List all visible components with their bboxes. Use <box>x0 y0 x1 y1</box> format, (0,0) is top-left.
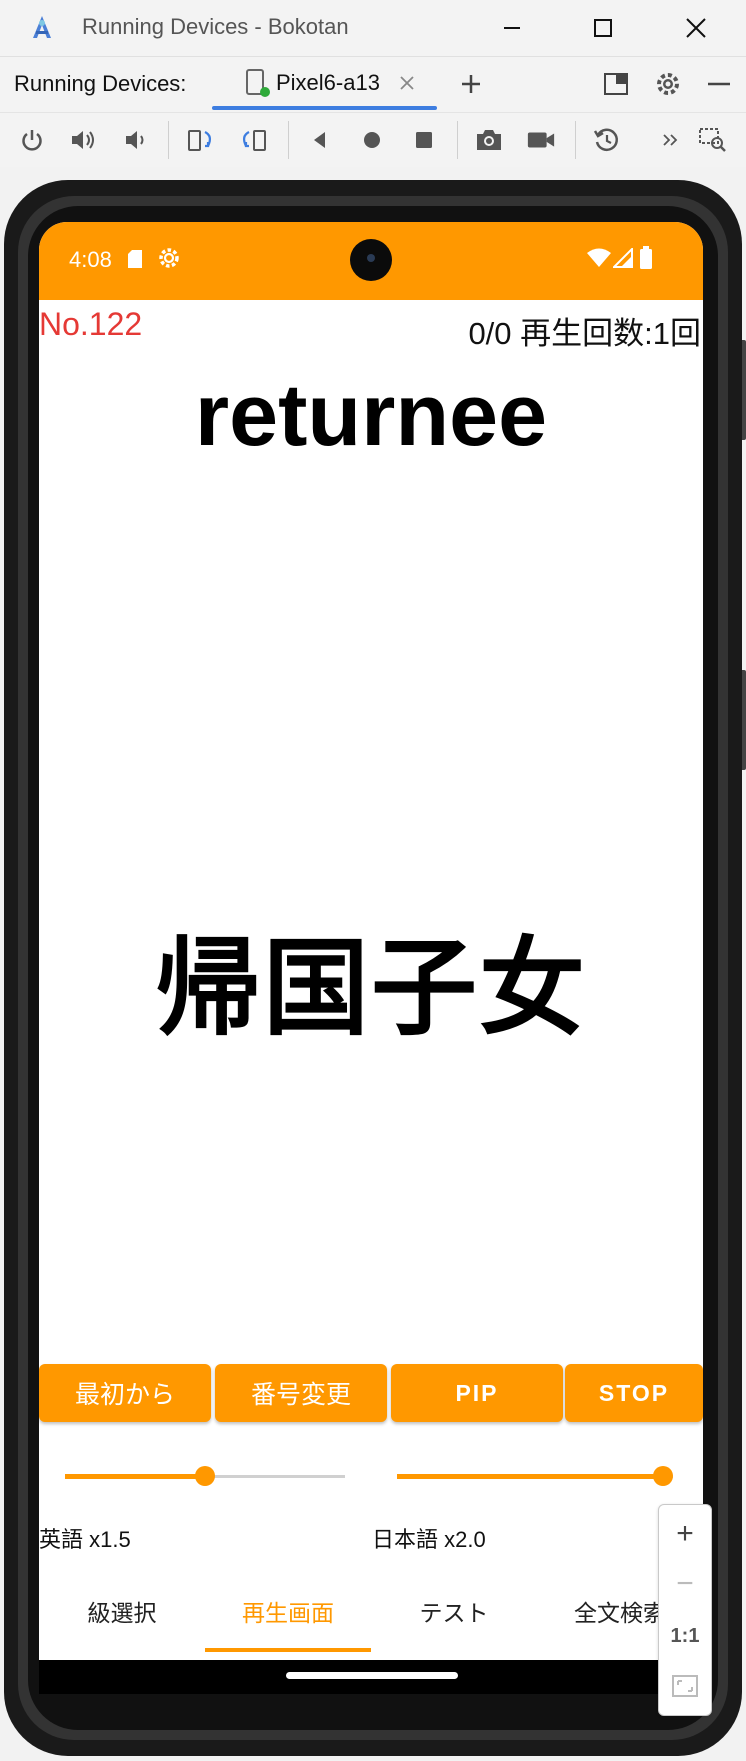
slider-fill <box>65 1474 205 1479</box>
bottom-navigation: 級選択 再生画面 テスト 全文検索 <box>39 1570 703 1660</box>
home-gesture-pill[interactable] <box>286 1672 458 1679</box>
battery-icon <box>640 246 652 269</box>
playback-counter: 0/0 再生回数:1回 <box>468 316 701 351</box>
signal-icon <box>613 248 633 268</box>
pip-button[interactable]: PIP <box>391 1364 563 1422</box>
stop-button[interactable]: STOP <box>565 1364 703 1422</box>
rotate-right-icon[interactable] <box>238 125 268 155</box>
android-studio-icon <box>33 16 51 38</box>
inspect-icon[interactable] <box>697 125 727 155</box>
emulator-window: Running Devices - Bokotan Running Device… <box>0 0 746 1761</box>
nav-playback[interactable]: 再生画面 <box>205 1570 371 1652</box>
gear-icon[interactable] <box>654 70 682 98</box>
english-speed-label: 英語 x1.5 <box>39 1527 131 1552</box>
english-word: returnee <box>194 365 548 464</box>
zoom-in-button[interactable]: + <box>659 1509 711 1559</box>
active-tab-indicator <box>212 106 437 110</box>
zoom-actual-size-button[interactable]: 1:1 <box>659 1611 711 1661</box>
change-number-button[interactable]: 番号変更 <box>215 1364 387 1422</box>
running-devices-label: Running Devices: <box>14 71 187 96</box>
close-button[interactable] <box>660 0 732 56</box>
hide-panel-icon[interactable] <box>706 73 732 95</box>
front-camera <box>350 239 392 281</box>
power-icon[interactable] <box>17 125 47 155</box>
title-bar: Running Devices - Bokotan <box>0 0 746 56</box>
from-start-button[interactable]: 最初から <box>39 1364 211 1422</box>
phone-screen[interactable]: 4:08 No.122 0/0 再生回数:1回 returnee 帰国子女 最初… <box>39 222 703 1660</box>
phone-device-icon <box>246 69 270 97</box>
tab-label: Pixel6-a13 <box>276 70 380 95</box>
toolbar-separator <box>575 121 576 159</box>
toolbar-separator <box>288 121 289 159</box>
maximize-button[interactable] <box>567 0 639 56</box>
tab-close-icon[interactable] <box>398 74 416 92</box>
toolbar-separator <box>168 121 169 159</box>
overview-icon[interactable] <box>409 125 439 155</box>
home-icon[interactable] <box>357 125 387 155</box>
close-icon <box>686 18 706 38</box>
nav-level-select[interactable]: 級選択 <box>39 1570 205 1652</box>
english-speed-slider[interactable] <box>65 1466 345 1486</box>
reset-icon[interactable] <box>592 125 622 155</box>
back-icon[interactable] <box>305 125 335 155</box>
screenrecord-icon[interactable] <box>526 125 556 155</box>
plus-icon[interactable] <box>460 73 482 95</box>
window-title: Running Devices - Bokotan <box>82 14 349 39</box>
more-icon[interactable] <box>655 125 685 155</box>
japanese-word: 帰国子女 <box>155 930 587 1048</box>
zoom-out-button[interactable]: − <box>659 1559 711 1609</box>
zoom-controls: + − 1:1 <box>658 1504 712 1716</box>
slider-fill <box>397 1474 663 1479</box>
nav-test[interactable]: テスト <box>371 1570 537 1652</box>
emulator-toolbar <box>0 112 746 168</box>
japanese-speed-label: 日本語 x2.0 <box>372 1527 486 1552</box>
japanese-speed-slider[interactable] <box>397 1466 673 1486</box>
tab-pixel6-a13[interactable]: Pixel6-a13 <box>212 56 437 110</box>
slider-thumb[interactable] <box>195 1466 215 1486</box>
status-time: 4:08 <box>69 247 112 272</box>
wifi-icon <box>587 248 611 267</box>
toolbar-separator <box>457 121 458 159</box>
minimize-button[interactable] <box>476 0 548 56</box>
camera-icon[interactable] <box>474 125 504 155</box>
maximize-icon <box>594 19 612 37</box>
settings-gear-icon <box>159 248 179 268</box>
zoom-fit-button[interactable] <box>659 1661 711 1711</box>
window-layout-icon[interactable] <box>603 71 629 97</box>
sd-card-icon <box>128 250 142 268</box>
volume-down-icon[interactable] <box>120 125 150 155</box>
minimize-icon <box>504 27 520 29</box>
volume-up-icon[interactable] <box>68 125 98 155</box>
slider-thumb[interactable] <box>653 1466 673 1486</box>
fit-screen-icon <box>672 1675 698 1697</box>
word-number: No.122 <box>39 306 143 342</box>
nav-active-indicator <box>205 1648 371 1652</box>
status-bar: 4:08 <box>39 222 703 300</box>
rotate-left-icon[interactable] <box>186 125 216 155</box>
